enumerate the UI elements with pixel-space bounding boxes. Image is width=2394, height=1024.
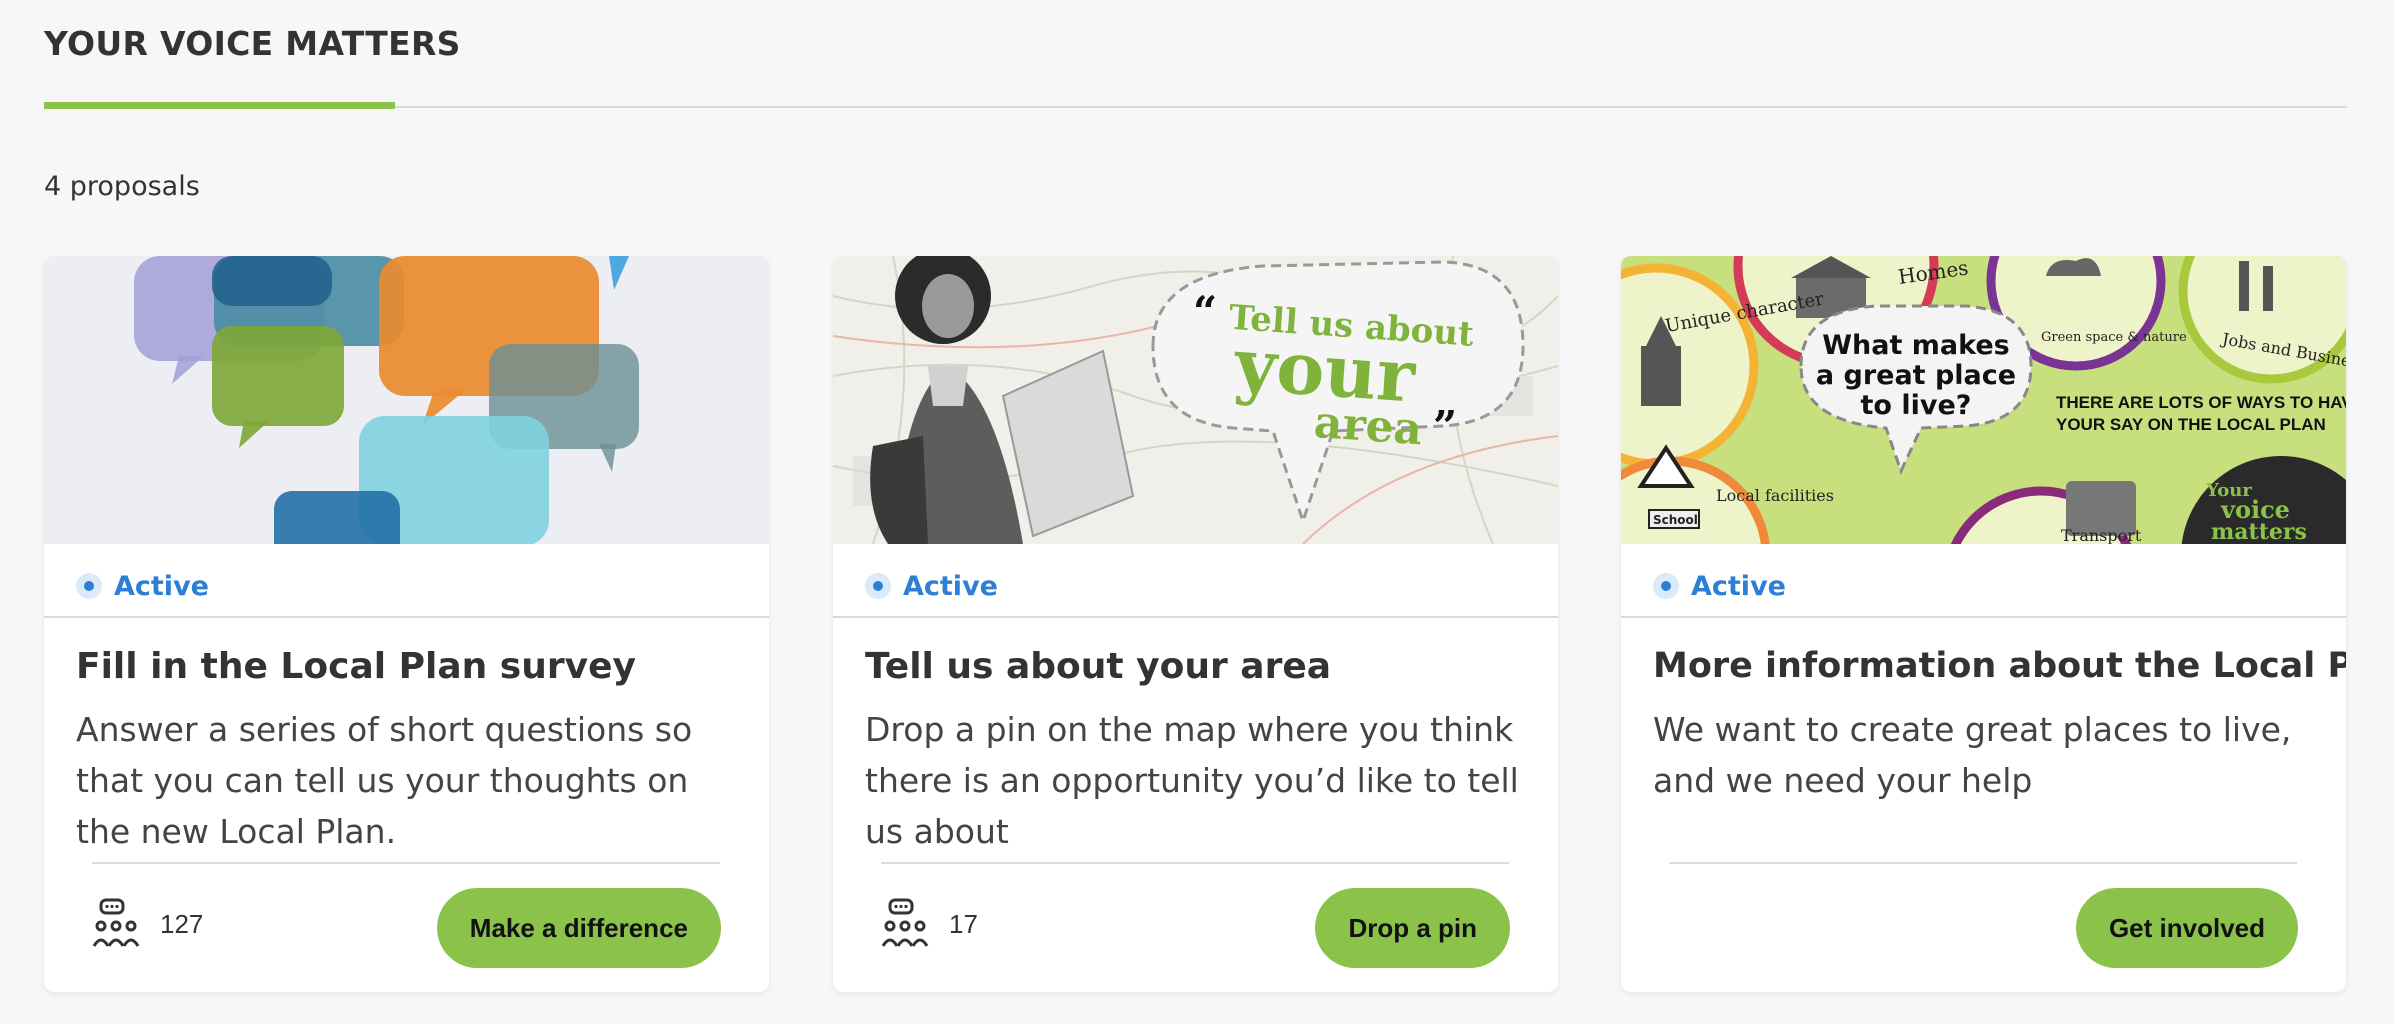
- image-theme-6: Transport: [2061, 526, 2142, 544]
- status-badge: Active: [1653, 566, 1786, 606]
- status-badge: Active: [865, 566, 998, 606]
- card-title[interactable]: Tell us about your area: [865, 646, 1545, 687]
- card-description: Drop a pin on the map where you think th…: [865, 710, 1519, 851]
- participants-number: 17: [949, 908, 978, 939]
- status-label: Active: [114, 570, 209, 602]
- divider: [1669, 862, 2297, 864]
- image-subtext-2: YOUR SAY ON THE LOCAL PLAN: [2056, 415, 2326, 434]
- divider: [92, 862, 720, 864]
- proposal-count: 4 proposals: [44, 171, 200, 202]
- svg-text:“: “: [1193, 287, 1217, 336]
- image-subtext-1: THERE ARE LOTS OF WAYS TO HAVE: [2056, 393, 2346, 412]
- image-theme-7: School: [1653, 513, 1698, 527]
- proposal-card[interactable]: “ ” Tell us about your area Active Tell …: [833, 256, 1558, 992]
- image-text-line-3: area: [1312, 397, 1423, 455]
- participants-count: 127: [92, 898, 203, 950]
- card-title[interactable]: More information about the Local Plan: [1653, 646, 2346, 686]
- status-label: Active: [903, 570, 998, 602]
- status-dot-icon: [1653, 573, 1679, 599]
- svg-text:”: ”: [1433, 402, 1457, 451]
- status-dot-icon: [865, 573, 891, 599]
- image-headline-1: What makes: [1822, 330, 2010, 361]
- status-dot-icon: [76, 573, 102, 599]
- divider: [833, 616, 1558, 618]
- image-headline-2: a great place: [1816, 360, 2016, 391]
- status-badge: Active: [76, 566, 209, 606]
- page-title: YOUR VOICE MATTERS: [44, 24, 461, 63]
- divider: [881, 862, 1509, 864]
- participants-icon: [881, 898, 929, 947]
- participants-icon: [92, 898, 140, 947]
- drop-a-pin-button[interactable]: Drop a pin: [1315, 888, 1510, 968]
- card-image-local-plan: What makes a great place to live? THERE …: [1621, 256, 2346, 544]
- divider: [1621, 616, 2346, 618]
- card-image-map-person: “ ” Tell us about your area: [833, 256, 1558, 544]
- card-title[interactable]: Fill in the Local Plan survey: [76, 646, 756, 687]
- divider: [44, 616, 769, 618]
- image-theme-5: Local facilities: [1716, 486, 1834, 505]
- get-involved-button[interactable]: Get involved: [2075, 888, 2298, 968]
- card-description: Answer a series of short questions so th…: [76, 710, 693, 851]
- proposal-card[interactable]: Active Fill in the Local Plan survey Ans…: [44, 256, 769, 992]
- image-theme-3: Green space & nature: [2041, 330, 2187, 345]
- participants-count: 17: [881, 898, 978, 950]
- card-image-speech-bubbles: [44, 256, 769, 544]
- proposal-card[interactable]: What makes a great place to live? THERE …: [1621, 256, 2346, 992]
- status-label: Active: [1691, 570, 1786, 602]
- image-headline-3: to live?: [1861, 390, 1972, 421]
- image-badge-3: matters: [2211, 519, 2307, 544]
- make-a-difference-button[interactable]: Make a difference: [436, 888, 721, 968]
- card-description: We want to create great places to live, …: [1653, 710, 2292, 800]
- active-tab-underline: [44, 102, 395, 109]
- participants-number: 127: [160, 908, 204, 939]
- section-header: YOUR VOICE MATTERS: [44, 0, 2347, 109]
